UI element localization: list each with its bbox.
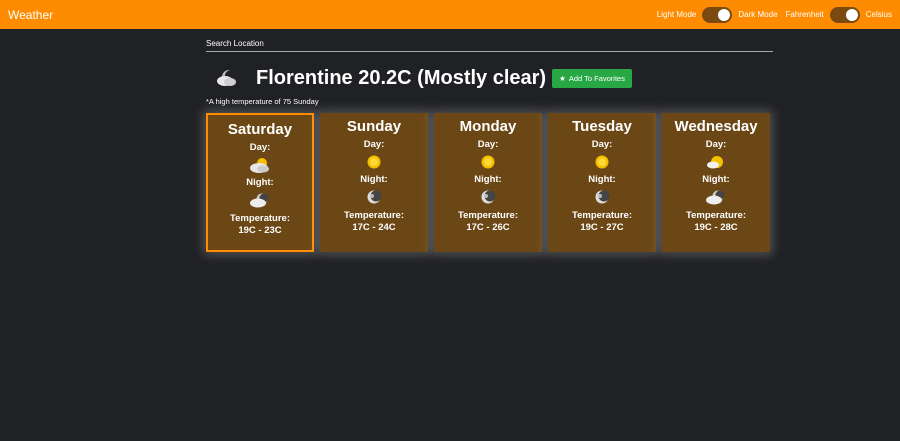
- high-temperature-note: *A high temperature of 75 Sunday: [206, 97, 319, 106]
- cloudy-sun-icon: [250, 158, 269, 173]
- cloudy-moon-icon: [250, 193, 269, 208]
- forecast-day-name: Wednesday: [674, 118, 758, 135]
- forecast-day-name: Saturday: [227, 121, 293, 138]
- search-location-label: Search Location: [206, 39, 264, 48]
- night-label: Night:: [702, 174, 730, 185]
- dark-mode-label: Dark Mode: [738, 10, 778, 19]
- forecast-day-name: Tuesday: [572, 118, 632, 135]
- brand-link[interactable]: Weather: [8, 8, 53, 22]
- celsius-label: Celsius: [865, 10, 892, 19]
- sun-icon: [367, 155, 381, 169]
- temperature-label: Temperature:: [685, 210, 746, 221]
- forecast-card-saturday[interactable]: Saturday Day: Night: Temperature: 19C - 23C: [206, 113, 314, 252]
- day-label: Day:: [705, 139, 727, 150]
- forecast-card-wednesday[interactable]: Wednesday Day: Night: Temperature: 19C - 28C: [662, 113, 770, 252]
- forecast-card-monday[interactable]: Monday Day: Night: Temperature: 17C - 26C: [434, 113, 542, 252]
- forecast-card-tuesday[interactable]: Tuesday Day: Night: Temperature: 19C - 27C: [548, 113, 656, 252]
- add-to-favorites-button[interactable]: ★ Add To Favorites: [552, 68, 632, 88]
- main-content: Search Location Florentine 20.2C (Mostly…: [206, 29, 773, 252]
- sun-icon: [595, 155, 609, 169]
- night-partly-cloudy-icon: [217, 70, 237, 86]
- day-label: Day:: [591, 139, 613, 150]
- nav-controls: Light Mode Dark Mode Fahrenheit Celsius …: [657, 0, 900, 29]
- current-weather-header: Florentine 20.2C (Mostly clear) ★ Add To…: [206, 66, 773, 90]
- theme-toggle[interactable]: [702, 6, 733, 23]
- navbar: Weather Light Mode Dark Mode Fahrenheit …: [0, 0, 900, 29]
- temperature-range: 17C - 26C: [466, 222, 510, 233]
- night-label: Night:: [588, 174, 616, 185]
- temperature-label: Temperature:: [343, 210, 404, 221]
- search-location-input[interactable]: [206, 51, 773, 52]
- temperature-label: Temperature:: [571, 210, 632, 221]
- day-label: Day:: [477, 139, 499, 150]
- toggle-knob: [718, 8, 731, 21]
- cloudy-moon-icon: [706, 190, 725, 205]
- moon-icon: [481, 190, 496, 204]
- moon-icon: [595, 190, 610, 204]
- night-label: Night:: [360, 174, 388, 185]
- forecast-card-sunday[interactable]: Sunday Day: Night: Temperature: 17C - 24C: [320, 113, 428, 252]
- current-weather-title: Florentine 20.2C (Mostly clear): [256, 67, 547, 89]
- forecast-day-name: Sunday: [346, 118, 402, 135]
- forecast-cards: Saturday Day: Night: Temperature: 19C - 23C S…: [206, 113, 773, 252]
- fahrenheit-label: Fahrenheit: [785, 10, 824, 19]
- temperature-range: 19C - 23C: [238, 225, 282, 236]
- temperature-label: Temperature:: [229, 213, 290, 224]
- temperature-range: 19C - 28C: [694, 222, 738, 233]
- unit-toggle[interactable]: [829, 6, 860, 23]
- forecast-day-name: Monday: [459, 118, 517, 135]
- star-icon: ★: [559, 73, 566, 83]
- toggle-knob: [845, 8, 858, 21]
- day-label: Day:: [249, 142, 271, 153]
- light-mode-label: Light Mode: [656, 10, 697, 19]
- day-label: Day:: [363, 139, 385, 150]
- partly-sunny-icon: [707, 156, 723, 169]
- night-label: Night:: [246, 177, 274, 188]
- temperature-range: 19C - 27C: [580, 222, 624, 233]
- temperature-range: 17C - 24C: [352, 222, 396, 233]
- add-to-favorites-label: Add To Favorites: [568, 73, 625, 83]
- moon-icon: [367, 190, 382, 204]
- temperature-label: Temperature:: [457, 210, 518, 221]
- night-label: Night:: [474, 174, 502, 185]
- sun-icon: [481, 155, 495, 169]
